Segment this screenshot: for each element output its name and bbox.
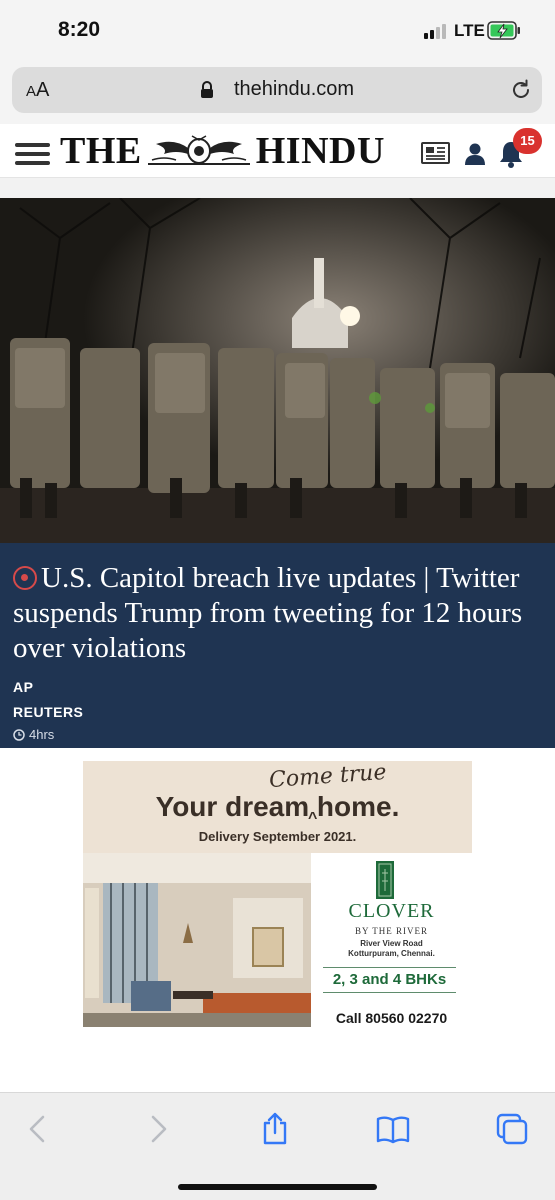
article-photo[interactable] [0, 198, 555, 543]
status-time: 8:20 [58, 18, 101, 41]
ad-script-tagline: Come true [268, 761, 388, 794]
site-logo[interactable]: THE HINDU [60, 130, 385, 172]
lock-icon [201, 81, 213, 98]
battery-charging-icon [487, 21, 520, 40]
ad-container: Come true Your dream home. ^ Delivery Se… [0, 748, 555, 1092]
forward-arrow-icon[interactable] [140, 1111, 176, 1147]
crest-emblem-icon [147, 135, 250, 165]
capitol-guard-photo [0, 198, 555, 543]
tabs-icon[interactable] [494, 1111, 530, 1147]
epaper-icon[interactable] [421, 142, 450, 164]
home-indicator[interactable] [178, 1184, 377, 1190]
ad-phone: Call 80560 02270 [335, 1010, 448, 1026]
ad-brand-panel: CLOVER BY THE RIVER River View Road Kott… [311, 853, 472, 1027]
menu-icon[interactable] [15, 143, 50, 165]
back-arrow-icon[interactable] [20, 1111, 56, 1147]
bookmarks-icon[interactable] [375, 1111, 411, 1147]
article-headline[interactable]: U.S. Capitol breach live updates | Twitt… [13, 561, 543, 666]
ad-delivery-date: Delivery September 2021. [198, 829, 357, 844]
article-card[interactable]: U.S. Capitol breach live updates | Twitt… [0, 543, 555, 748]
user-account-icon[interactable] [464, 142, 486, 166]
ad-caret-mark: ^ [308, 810, 318, 827]
clock-icon [13, 728, 25, 741]
ad-brand-name: CLOVER [348, 900, 435, 922]
status-bar: 8:20 LTE [0, 0, 555, 62]
network-type: LTE [454, 21, 485, 40]
url-domain: thehindu.com [234, 78, 355, 100]
phone-screen: 8:20 LTE AA thehindu.com THE HINDU 15 U.… [0, 0, 555, 1200]
ad-headline: Your dream home. [155, 791, 400, 822]
ad-address: River View Road Kotturpuram, Chennai. [348, 939, 435, 958]
article-timestamp: 4hrs [13, 727, 54, 742]
author-ap[interactable]: AP [13, 679, 33, 695]
share-icon[interactable] [257, 1111, 293, 1147]
browser-address-area: AA thehindu.com [0, 62, 555, 124]
text-size-button[interactable]: AA [26, 79, 49, 102]
author-reuters[interactable]: REUTERS [13, 704, 83, 720]
address-bar[interactable]: AA thehindu.com [12, 67, 542, 113]
real-estate-ad[interactable]: Come true Your dream home. ^ Delivery Se… [83, 761, 472, 1027]
clover-logo-icon [376, 861, 394, 899]
live-indicator-icon [13, 566, 37, 590]
cellular-signal-icon [424, 23, 448, 39]
ad-brand-subtitle: BY THE RIVER [354, 926, 428, 936]
ad-configurations: 2, 3 and 4 BHKs [323, 967, 456, 993]
ad-interior-photo [83, 853, 311, 1027]
site-header: THE HINDU 15 [0, 124, 555, 178]
reload-icon[interactable] [509, 78, 533, 102]
notification-count-badge: 15 [513, 128, 542, 154]
